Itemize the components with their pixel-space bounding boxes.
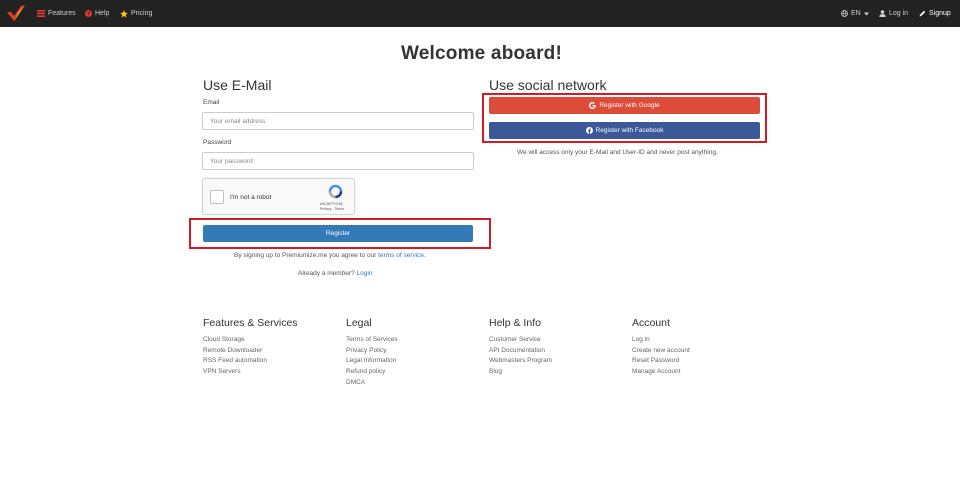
nav-signup-label: Signup bbox=[929, 10, 951, 17]
recaptcha-terms-link[interactable]: Terms bbox=[335, 207, 345, 211]
language-dropdown[interactable]: EN bbox=[841, 0, 869, 27]
footer-link-customer-service[interactable]: Customer Service bbox=[489, 335, 552, 346]
register-facebook-label: Register with Facebook bbox=[595, 127, 664, 134]
caret-down-icon bbox=[863, 12, 869, 15]
footer-link-reset-password[interactable]: Reset Password bbox=[632, 356, 690, 367]
top-navbar: Features ? Help Pricing EN Log in Signup bbox=[0, 0, 960, 27]
nav-pricing-label: Pricing bbox=[131, 10, 153, 17]
already-member-text: Already a member? bbox=[298, 270, 355, 277]
password-label: Password bbox=[203, 139, 232, 146]
password-field[interactable] bbox=[202, 152, 474, 170]
terms-note-prefix: By signing up to Premiumize.me you agree… bbox=[234, 252, 377, 259]
nav-help[interactable]: ? Help bbox=[85, 0, 109, 27]
email-field[interactable] bbox=[202, 112, 474, 130]
footer-link-privacy[interactable]: Privacy Policy bbox=[346, 346, 398, 357]
email-section-heading: Use E-Mail bbox=[203, 77, 272, 93]
footer-help-column: Help & Info Customer Service API Documen… bbox=[489, 317, 552, 378]
terms-of-service-link[interactable]: terms of service bbox=[378, 252, 424, 259]
premiumize-logo-icon[interactable] bbox=[6, 4, 26, 23]
register-button-label: Register bbox=[325, 230, 351, 237]
help-circle-icon: ? bbox=[85, 10, 92, 17]
footer-link-cloud-storage[interactable]: Cloud Storage bbox=[203, 335, 298, 346]
page-title: Welcome aboard! bbox=[400, 43, 563, 64]
user-icon bbox=[879, 10, 886, 17]
nav-help-label: Help bbox=[95, 10, 110, 17]
recaptcha-widget: I'm not a robot reCAPTCHA Privacy - Term… bbox=[202, 178, 355, 215]
google-icon bbox=[589, 102, 597, 109]
social-privacy-note: We will access only your E-Mail and User… bbox=[517, 149, 718, 156]
recaptcha-brand: reCAPTCHA bbox=[320, 201, 343, 206]
recaptcha-links: Privacy - Terms bbox=[320, 207, 344, 211]
footer-link-refund[interactable]: Refund policy bbox=[346, 367, 398, 378]
already-member-note: Already a member? Login bbox=[298, 270, 372, 277]
language-label: EN bbox=[851, 10, 861, 17]
recaptcha-logo-icon bbox=[328, 184, 343, 199]
footer-link-terms[interactable]: Terms of Services bbox=[346, 335, 398, 346]
register-google-button[interactable]: Register with Google bbox=[489, 97, 760, 114]
recaptcha-checkbox[interactable] bbox=[210, 190, 224, 204]
terms-note: By signing up to Premiumize.me you agree… bbox=[234, 252, 426, 259]
footer-legal-title: Legal bbox=[346, 317, 372, 329]
register-facebook-button[interactable]: Register with Facebook bbox=[489, 122, 760, 139]
recaptcha-label: I'm not a robot bbox=[230, 194, 272, 201]
footer-features-column: Features & Services Cloud Storage Remote… bbox=[203, 317, 298, 378]
social-section-heading: Use social network bbox=[489, 77, 607, 93]
footer-legal-column: Legal Terms of Services Privacy Policy L… bbox=[346, 317, 398, 389]
nav-features-label: Features bbox=[48, 10, 76, 17]
register-google-label: Register with Google bbox=[599, 102, 660, 109]
nav-pricing[interactable]: Pricing bbox=[120, 0, 152, 27]
nav-login[interactable]: Log in bbox=[879, 0, 908, 27]
footer-features-title: Features & Services bbox=[203, 317, 298, 329]
facebook-icon bbox=[585, 127, 593, 134]
nav-signup[interactable]: Signup bbox=[919, 0, 951, 27]
footer-link-login[interactable]: Log in bbox=[632, 335, 690, 346]
globe-icon bbox=[841, 10, 848, 17]
footer-link-remote-downloader[interactable]: Remote Downloader bbox=[203, 346, 298, 357]
register-button[interactable]: Register bbox=[203, 225, 473, 242]
footer-link-dmca[interactable]: DMCA bbox=[346, 378, 398, 389]
features-grid-icon bbox=[37, 10, 45, 17]
footer-link-rss-feed[interactable]: RSS Feed automation bbox=[203, 356, 298, 367]
nav-features[interactable]: Features bbox=[37, 0, 76, 27]
footer-account-title: Account bbox=[632, 317, 670, 329]
footer-link-legal-info[interactable]: Legal Information bbox=[346, 356, 398, 367]
footer-link-vpn-servers[interactable]: VPN Servers bbox=[203, 367, 298, 378]
footer-link-webmasters[interactable]: Webmasters Program bbox=[489, 356, 552, 367]
star-icon bbox=[120, 9, 128, 18]
email-label: Email bbox=[203, 99, 220, 106]
login-link[interactable]: Login bbox=[357, 270, 373, 277]
pencil-icon bbox=[919, 10, 926, 17]
footer-link-api-docs[interactable]: API Documentation bbox=[489, 346, 552, 357]
footer-link-blog[interactable]: Blog bbox=[489, 367, 552, 378]
footer-help-title: Help & Info bbox=[489, 317, 541, 329]
terms-note-suffix: . bbox=[424, 252, 426, 259]
footer-account-column: Account Log in Create new account Reset … bbox=[632, 317, 690, 378]
footer-link-manage-account[interactable]: Manage Account bbox=[632, 367, 690, 378]
footer-link-create-account[interactable]: Create new account bbox=[632, 346, 690, 357]
nav-login-label: Log in bbox=[889, 10, 909, 17]
recaptcha-privacy-link[interactable]: Privacy bbox=[320, 207, 331, 211]
